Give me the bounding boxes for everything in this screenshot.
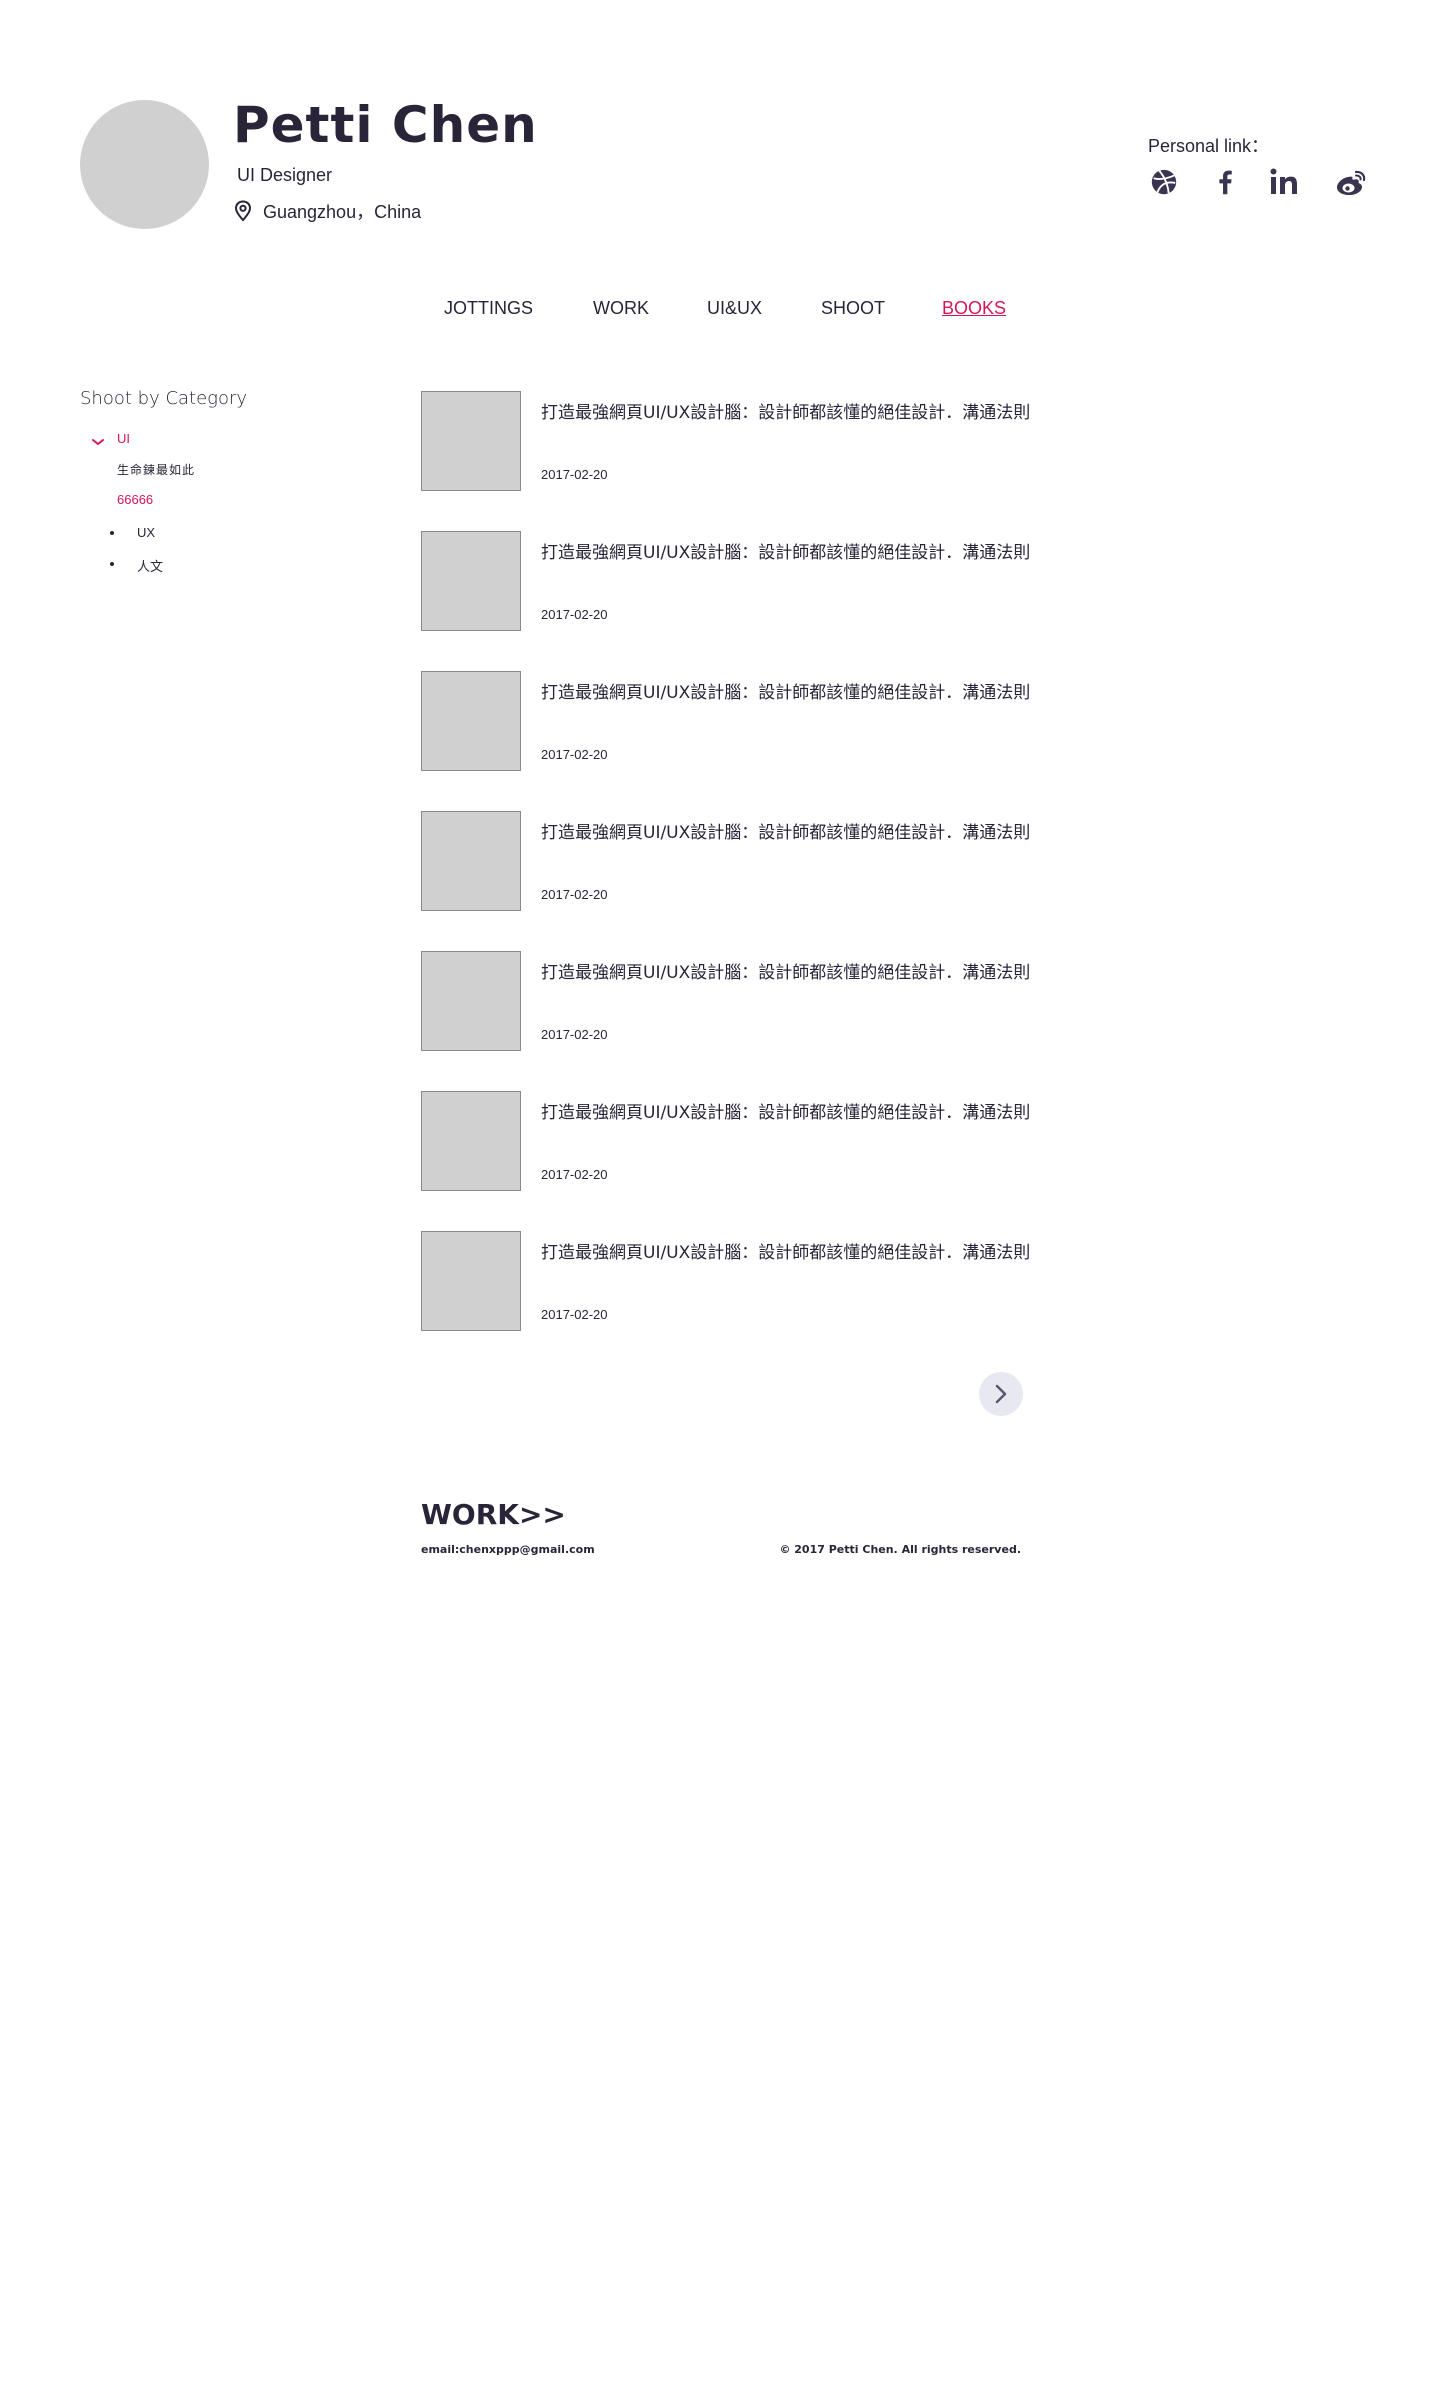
category-sub-item[interactable]: 66666 (117, 492, 153, 507)
article-date: 2017-02-20 (541, 607, 608, 622)
category-ui[interactable]: UI (117, 431, 130, 446)
article-title[interactable]: 打造最強網頁UI/UX設計腦：設計師都該懂的絕佳設計．溝通法則 (541, 961, 1031, 985)
article-title[interactable]: 打造最強網頁UI/UX設計腦：設計師都該懂的絕佳設計．溝通法則 (541, 681, 1031, 705)
article-thumbnail[interactable] (421, 531, 521, 631)
footer-email[interactable]: email:chenxppp@gmail.com (421, 1543, 595, 1556)
nav-shoot[interactable]: SHOOT (821, 298, 885, 319)
nav-work[interactable]: WORK (593, 298, 649, 319)
nav-jottings[interactable]: JOTTINGS (444, 298, 533, 319)
personal-links-label: Personal link： (1148, 136, 1270, 156)
article-thumbnail[interactable] (421, 671, 521, 771)
location-text: Guangzhou，China (263, 202, 422, 222)
footer-copyright: © 2017 Petti Chen. All rights reserved. (779, 1543, 1021, 1556)
article-thumbnail[interactable] (421, 811, 521, 911)
next-page-button[interactable] (979, 1372, 1023, 1416)
category-humanities[interactable]: 人文 (137, 556, 163, 575)
article-thumbnail[interactable] (421, 1091, 521, 1191)
profile-name: Petti Chen (233, 96, 538, 154)
article-date: 2017-02-20 (541, 747, 608, 762)
main-nav: JOTTINGS WORK UI&UX SHOOT BOOKS (0, 298, 1440, 322)
article-title[interactable]: 打造最強網頁UI/UX設計腦：設計師都該懂的絕佳設計．溝通法則 (541, 1101, 1031, 1125)
profile-location: Guangzhou，China (233, 198, 421, 224)
article-item[interactable]: 打造最強網頁UI/UX設計腦：設計師都該懂的絕佳設計．溝通法則 2017-02-… (421, 951, 1031, 1053)
facebook-icon[interactable] (1210, 166, 1240, 198)
category-ux[interactable]: UX (137, 525, 155, 540)
article-title[interactable]: 打造最強網頁UI/UX設計腦：設計師都該懂的絕佳設計．溝通法則 (541, 541, 1031, 565)
article-date: 2017-02-20 (541, 1167, 608, 1182)
article-item[interactable]: 打造最強網頁UI/UX設計腦：設計師都該懂的絕佳設計．溝通法則 2017-02-… (421, 531, 1031, 633)
chevron-down-icon[interactable] (91, 432, 105, 446)
profile-role: UI Designer (237, 165, 333, 185)
nav-books[interactable]: BOOKS (942, 298, 1006, 319)
article-item[interactable]: 打造最強網頁UI/UX設計腦：設計師都該懂的絕佳設計．溝通法則 2017-02-… (421, 1231, 1031, 1333)
bullet-icon (110, 531, 114, 535)
article-title[interactable]: 打造最強網頁UI/UX設計腦：設計師都該懂的絕佳設計．溝通法則 (541, 1241, 1031, 1265)
category-sub-item[interactable]: 生命鍊最如此 (117, 461, 195, 478)
article-thumbnail[interactable] (421, 391, 521, 491)
location-pin-icon (233, 200, 253, 222)
avatar (80, 100, 209, 229)
article-item[interactable]: 打造最強網頁UI/UX設計腦：設計師都該懂的絕佳設計．溝通法則 2017-02-… (421, 811, 1031, 913)
category-title: Shoot by Category (80, 388, 248, 409)
chevron-right-icon (995, 1384, 1007, 1404)
bullet-icon (110, 562, 114, 566)
article-thumbnail[interactable] (421, 1231, 521, 1331)
article-date: 2017-02-20 (541, 1307, 608, 1322)
article-item[interactable]: 打造最強網頁UI/UX設計腦：設計師都該懂的絕佳設計．溝通法則 2017-02-… (421, 391, 1031, 493)
personal-links: Personal link： (1148, 132, 1269, 158)
article-title[interactable]: 打造最強網頁UI/UX設計腦：設計師都該懂的絕佳設計．溝通法則 (541, 821, 1031, 845)
weibo-icon[interactable] (1334, 166, 1368, 198)
article-item[interactable]: 打造最強網頁UI/UX設計腦：設計師都該懂的絕佳設計．溝通法則 2017-02-… (421, 1091, 1031, 1193)
article-thumbnail[interactable] (421, 951, 521, 1051)
dribbble-icon[interactable] (1149, 166, 1179, 198)
article-item[interactable]: 打造最強網頁UI/UX設計腦：設計師都該懂的絕佳設計．溝通法則 2017-02-… (421, 671, 1031, 773)
article-date: 2017-02-20 (541, 1027, 608, 1042)
footer-work-link[interactable]: WORK>> (421, 1498, 566, 1531)
article-title[interactable]: 打造最強網頁UI/UX設計腦：設計師都該懂的絕佳設計．溝通法則 (541, 401, 1031, 425)
nav-uiux[interactable]: UI&UX (707, 298, 762, 319)
article-date: 2017-02-20 (541, 887, 608, 902)
linkedin-icon[interactable] (1268, 166, 1302, 198)
article-date: 2017-02-20 (541, 467, 608, 482)
